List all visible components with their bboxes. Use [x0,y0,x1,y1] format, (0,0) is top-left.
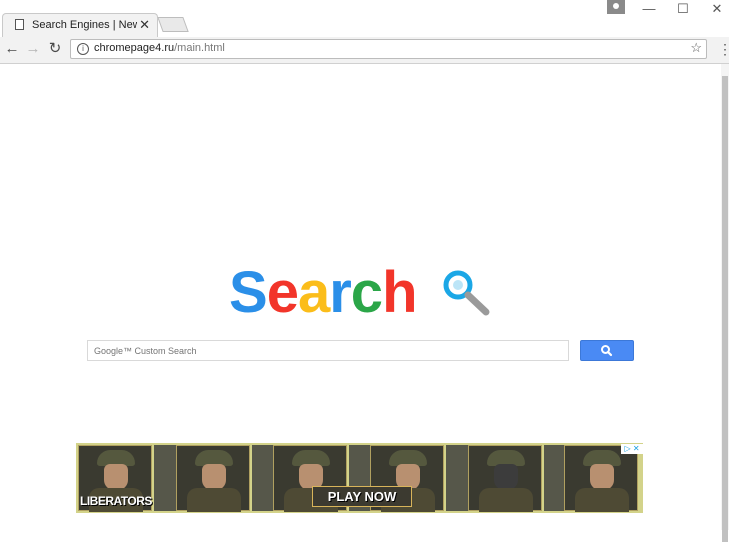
address-bar[interactable]: i chromepage4.ru/main.html ☆ [70,39,707,59]
ad-divider [446,445,468,511]
url-domain: chromepage4.ru [94,42,175,54]
logo-letter: c [350,260,383,325]
ad-title: LIBERATORS [80,494,152,508]
ad-divider [252,445,274,511]
soldier-image [176,445,250,512]
ad-divider [544,445,566,511]
page-scrollbar[interactable] [721,64,729,542]
forward-button[interactable]: → [24,40,42,58]
close-button[interactable]: ✕ [710,0,724,20]
browser-tab[interactable]: Search Engines | News sc ✕ [2,13,158,37]
new-tab-button[interactable] [157,17,189,32]
adchoices-icon[interactable]: ▷ ✕ [621,444,643,454]
ad-divider [154,445,176,511]
reload-button[interactable]: ↻ [46,40,64,58]
menu-icon[interactable]: ⋮ [718,41,729,57]
logo-letter: S [229,260,268,325]
logo-letter: h [382,260,417,325]
tab-close-icon[interactable]: ✕ [139,17,150,33]
tab-title: Search Engines | News sc [32,19,137,31]
search-box[interactable] [87,340,569,361]
logo-letter: a [297,260,330,325]
search-logo: Search [229,258,418,328]
search-icon [601,345,613,357]
bookmark-star-icon[interactable]: ☆ [690,40,702,56]
title-bar: Search Engines | News sc ✕ — ☐ ✕ [0,0,729,37]
url-text[interactable]: chromepage4.ru/main.html [94,42,225,54]
info-icon[interactable]: i [77,43,89,55]
back-button[interactable]: ← [3,40,21,58]
search-input[interactable] [88,341,568,361]
search-button[interactable] [580,340,634,361]
minimize-button[interactable]: — [642,0,656,20]
logo-letter: e [266,260,299,325]
soldier-image [468,445,542,512]
magnifier-icon [443,270,490,316]
ad-banner[interactable]: LIBERATORS PLAY NOW ▷ ✕ [76,443,643,513]
soldier-image [564,445,638,512]
scrollbar-thumb[interactable] [722,76,728,542]
logo-letter: r [329,260,352,325]
maximize-button[interactable]: ☐ [676,0,690,20]
play-now-button[interactable]: PLAY NOW [312,486,412,507]
url-path: /main.html [174,42,225,54]
browser-toolbar: ← → ↻ i chromepage4.ru/main.html ☆ ⋮ [0,37,729,64]
profile-icon[interactable] [607,0,625,14]
page-icon [15,19,24,30]
